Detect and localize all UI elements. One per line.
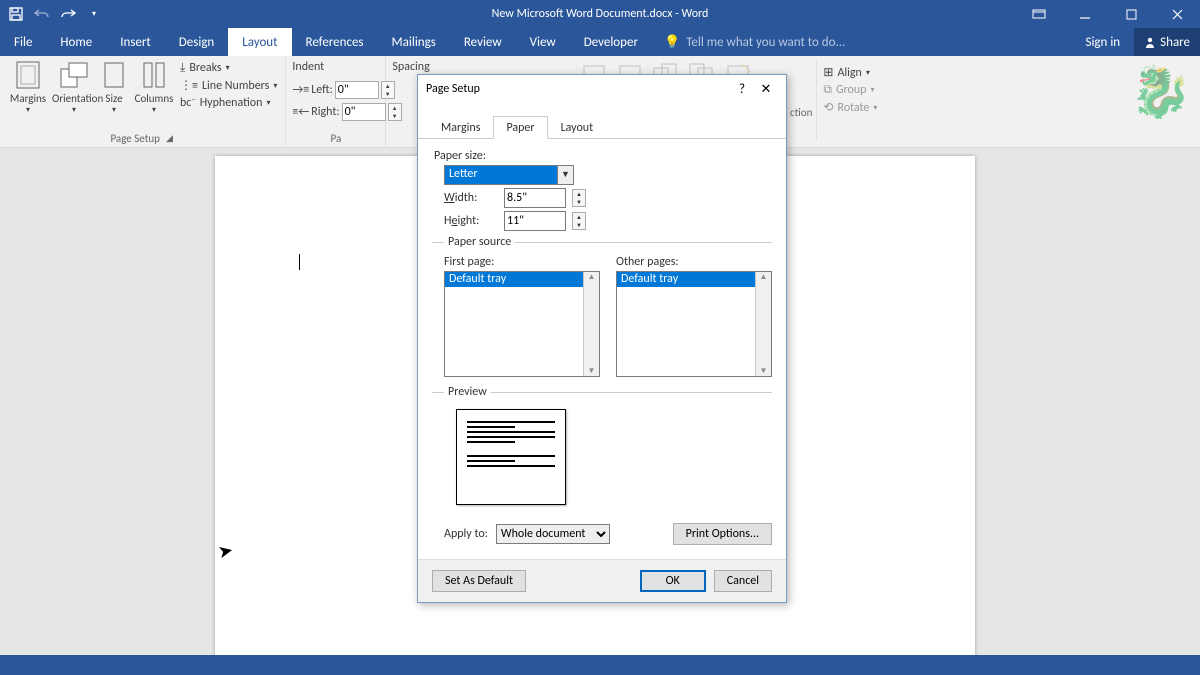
hyphenation-button[interactable]: bc⁻Hyphenation ▾ (178, 95, 279, 111)
first-page-label: First page: (444, 255, 600, 269)
tab-file[interactable]: File (0, 28, 46, 56)
size-button[interactable]: Size▾ (98, 58, 130, 115)
quick-access-toolbar: ▾ (0, 2, 110, 26)
other-pages-listbox[interactable]: Default tray ▲▼ (616, 271, 772, 377)
preview-label: Preview (444, 385, 491, 399)
undo-icon[interactable] (30, 2, 54, 26)
title-bar: ▾ New Microsoft Word Document.docx - Wor… (0, 0, 1200, 28)
save-icon[interactable] (4, 2, 28, 26)
status-bar (0, 655, 1200, 675)
height-input[interactable] (504, 211, 566, 231)
window-controls (1016, 0, 1200, 28)
scrollbar[interactable]: ▲▼ (583, 272, 599, 376)
other-pages-label: Other pages: (616, 255, 772, 269)
cancel-button[interactable]: Cancel (714, 570, 772, 592)
spinner-icon[interactable]: ▲▼ (572, 189, 586, 207)
spinner-icon[interactable]: ▲▼ (572, 212, 586, 230)
sign-in[interactable]: Sign in (1071, 35, 1134, 50)
tab-layout[interactable]: Layout (228, 28, 291, 56)
tab-references[interactable]: References (292, 28, 378, 56)
height-label: Height: (444, 214, 498, 228)
dialog-tab-layout[interactable]: Layout (548, 116, 607, 139)
line-numbers-icon: ⋮≡ (180, 78, 198, 93)
group-page-setup: Margins▾ Orientation▾ Size▾ Columns▾ ⤓Br… (0, 56, 286, 146)
scrollbar[interactable]: ▲▼ (755, 272, 771, 376)
tab-review[interactable]: Review (450, 28, 516, 56)
paper-size-label: Paper size: (432, 147, 772, 165)
text-cursor (299, 254, 300, 270)
help-icon[interactable]: ? (730, 82, 754, 97)
chevron-down-icon[interactable]: ▼ (557, 166, 573, 184)
first-page-listbox[interactable]: Default tray ▲▼ (444, 271, 600, 377)
tab-insert[interactable]: Insert (106, 28, 165, 56)
margins-button[interactable]: Margins▾ (6, 58, 50, 115)
width-input[interactable] (504, 188, 566, 208)
tab-view[interactable]: View (516, 28, 570, 56)
minimize-icon[interactable] (1062, 0, 1108, 28)
customize-qat-icon[interactable]: ▾ (82, 2, 106, 26)
apply-to-select[interactable]: Whole document (496, 524, 610, 544)
group-objects-button[interactable]: ⧉Group ▾ (821, 82, 879, 98)
breaks-icon: ⤓ (180, 61, 185, 75)
ok-button[interactable]: OK (640, 570, 706, 592)
share-icon (1144, 36, 1156, 48)
align-icon: ⊞ (823, 65, 833, 80)
group-indent: Indent →≡Left:▲▼ ≡←Right:▲▼ Pa (286, 56, 386, 146)
tab-home[interactable]: Home (46, 28, 106, 56)
paper-source-label: Paper source (444, 235, 515, 249)
paper-size-select[interactable]: Letter ▼ (444, 165, 574, 185)
paper-source-group: Paper source First page: Default tray ▲▼… (432, 235, 772, 379)
columns-button[interactable]: Columns▾ (132, 58, 176, 115)
width-label: Width: (444, 191, 498, 205)
ribbon-options-icon[interactable] (1016, 0, 1062, 28)
ribbon-tabs: File Home Insert Design Layout Reference… (0, 28, 1200, 56)
tab-mailings[interactable]: Mailings (378, 28, 450, 56)
preview-thumbnail (456, 409, 566, 505)
dialog-title: Page Setup (426, 82, 480, 96)
window-title: New Microsoft Word Document.docx - Word (492, 7, 709, 21)
rotate-button[interactable]: ⟲Rotate ▾ (821, 99, 879, 116)
preview-group: Preview (432, 385, 772, 517)
dialog-launcher-icon[interactable]: ◢ (164, 133, 175, 144)
dialog-tabs: Margins Paper Layout (418, 115, 786, 139)
paper-size-value: Letter (445, 166, 557, 184)
orientation-button[interactable]: Orientation▾ (52, 58, 96, 115)
list-item[interactable]: Default tray (445, 272, 599, 287)
indent-right[interactable]: ≡←Right:▲▼ (292, 102, 401, 122)
redo-icon[interactable] (56, 2, 80, 26)
tab-design[interactable]: Design (165, 28, 228, 56)
align-button[interactable]: ⊞Align ▾ (821, 64, 879, 81)
apply-to-label: Apply to: (444, 527, 488, 541)
maximize-icon[interactable] (1108, 0, 1154, 28)
rotate-icon: ⟲ (823, 100, 833, 115)
indent-heading: Indent (292, 58, 324, 78)
group-icon: ⧉ (823, 83, 832, 97)
line-numbers-button[interactable]: ⋮≡Line Numbers ▾ (178, 77, 279, 94)
close-icon[interactable]: ✕ (754, 82, 778, 97)
group-arrange-partial: ction ⊞Align ▾ ⧉Group ▾ ⟲Rotate ▾ (790, 60, 879, 140)
dragon-logo-icon: 🐉 (1130, 62, 1192, 123)
dialog-tab-paper[interactable]: Paper (493, 116, 547, 139)
tell-me[interactable]: 💡 Tell me what you want to do... (652, 28, 845, 56)
dialog-titlebar[interactable]: Page Setup ? ✕ (418, 75, 786, 103)
indent-right-input[interactable] (342, 103, 386, 121)
tab-developer[interactable]: Developer (570, 28, 652, 56)
close-icon[interactable] (1154, 0, 1200, 28)
share-label: Share (1160, 35, 1190, 50)
print-options-button[interactable]: Print Options... (673, 523, 772, 545)
group-label: Pa (331, 132, 342, 145)
page-setup-dialog: Page Setup ? ✕ Margins Paper Layout Pape… (417, 74, 787, 603)
tell-me-label: Tell me what you want to do... (686, 35, 845, 50)
hyphenation-icon: bc⁻ (180, 96, 196, 110)
share-button[interactable]: Share (1134, 28, 1200, 56)
breaks-button[interactable]: ⤓Breaks ▾ (178, 60, 279, 76)
set-as-default-button[interactable]: Set As Default (432, 570, 526, 592)
group-label: Page Setup (110, 132, 159, 145)
indent-left-input[interactable] (335, 81, 379, 99)
indent-left[interactable]: →≡Left:▲▼ (292, 80, 394, 100)
list-item[interactable]: Default tray (617, 272, 771, 287)
dialog-tab-margins[interactable]: Margins (428, 116, 493, 139)
lightbulb-icon: 💡 (664, 35, 680, 50)
dialog-footer: Set As Default OK Cancel (418, 559, 786, 602)
